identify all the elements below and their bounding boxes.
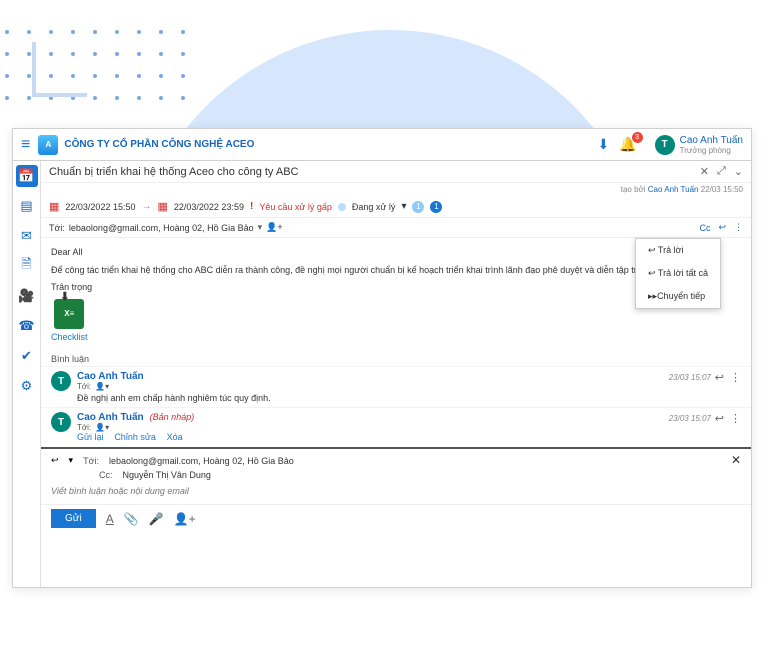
more-icon[interactable]: ⋮ — [734, 222, 743, 233]
comment-time: 23/03 15:07 — [669, 414, 711, 423]
email-subject: Chuẩn bị triển khai hệ thống Aceo cho cô… — [49, 166, 700, 178]
main-panel: Chuẩn bị triển khai hệ thống Aceo cho cô… — [41, 161, 751, 587]
logo-icon: A — [38, 135, 58, 155]
mic-icon[interactable]: 🎤 — [149, 512, 164, 526]
comment-time: 23/03 15:07 — [669, 373, 711, 382]
menu-icon[interactable]: ≡ — [21, 136, 30, 154]
person-icon: 👤▾ — [95, 423, 109, 432]
expand-icon[interactable]: ⤢ — [717, 165, 726, 178]
comment-avatar: T — [51, 412, 71, 432]
dropdown-reply[interactable]: ↩ Trả lời — [636, 239, 720, 262]
add-person-icon[interactable]: 👤+ — [266, 222, 282, 233]
date-start: 22/03/2022 15:50 — [65, 202, 135, 212]
dropdown-forward[interactable]: ▸▸Chuyển tiếp — [636, 285, 720, 308]
comment-author: Cao Anh Tuấn — [77, 371, 741, 382]
sidebar-mail-icon[interactable]: ✉ — [16, 225, 38, 247]
recipients: lebaolong@gmail.com, Hoàng 02, Hồ Gia Bả… — [69, 223, 254, 233]
sidebar-list-icon[interactable]: ▤ — [16, 195, 38, 217]
compose-dropdown-icon[interactable]: ▾ — [69, 455, 74, 466]
date-end: 22/03/2022 23:59 — [174, 202, 244, 212]
comment-more-icon[interactable]: ⋮ — [730, 412, 741, 425]
status-dot-icon — [338, 203, 346, 211]
draft-label: (Bản nháp) — [150, 412, 195, 422]
person-add-icon[interactable]: 👤+ — [174, 512, 196, 526]
comment-reply-icon[interactable]: ↩ — [715, 412, 724, 425]
created-meta: tạo bởi Cao Anh Tuấn 22/03 15:50 — [41, 183, 751, 196]
sidebar-phone-icon[interactable]: ☎ — [16, 315, 38, 337]
notif-count: 3 — [632, 132, 643, 143]
user-name: Cao Anh Tuấn — [680, 135, 743, 146]
topbar: ≡ A CÔNG TY CỔ PHẦN CÔNG NGHỆ ACEO ⬇ 🔔3 … — [13, 129, 751, 161]
comment-item: T Cao Anh Tuấn Tới: 👤▾ Đề nghị anh em ch… — [41, 366, 751, 407]
calendar-start-icon: ▦ — [49, 200, 59, 213]
app-window: ≡ A CÔNG TY CỔ PHẦN CÔNG NGHỆ ACEO ⬇ 🔔3 … — [12, 128, 752, 588]
sidebar: 📅 ▤ ✉ 🗎 🎥 ☎ ✔ ⚙ — [13, 161, 41, 587]
sidebar-settings-icon[interactable]: ⚙ — [16, 375, 38, 397]
link-resend[interactable]: Gửi lại — [77, 432, 104, 442]
compose-reply-icon[interactable]: ↩ — [51, 455, 59, 466]
reply-icon[interactable]: ↩ — [718, 222, 726, 233]
status-text: Đang xử lý — [352, 202, 396, 212]
chevron-down-icon[interactable]: ▾ — [258, 222, 263, 233]
compose-input[interactable] — [51, 482, 741, 500]
comment-reply-icon[interactable]: ↩ — [715, 371, 724, 384]
notification-icon[interactable]: 🔔3 — [619, 136, 636, 153]
sidebar-video-icon[interactable]: 🎥 — [16, 285, 38, 307]
sidebar-check-icon[interactable]: ✔ — [16, 345, 38, 367]
count-badge-2: 1 — [430, 201, 442, 213]
close-icon[interactable]: ✕ — [700, 165, 709, 178]
comment-text: Đề nghị anh em chấp hành nghiêm túc quy … — [77, 393, 741, 403]
urgent-label: Yêu cầu xử lý gấp — [259, 202, 332, 212]
company-name: CÔNG TY CỔ PHẦN CÔNG NGHỆ ACEO — [64, 139, 597, 150]
compose-close-icon[interactable]: ✕ — [731, 453, 741, 467]
comment-avatar: T — [51, 371, 71, 391]
sidebar-calendar-icon[interactable]: 📅 — [16, 165, 38, 187]
recipients-row: Tới: lebaolong@gmail.com, Hoàng 02, Hồ G… — [41, 218, 751, 238]
comment-more-icon[interactable]: ⋮ — [730, 371, 741, 384]
attachment-name: Checklist — [51, 331, 88, 345]
cc-label[interactable]: Cc — [699, 223, 710, 233]
sidebar-doc-icon[interactable]: 🗎 — [16, 255, 38, 277]
link-edit[interactable]: Chỉnh sửa — [114, 432, 156, 442]
comment-item: T Cao Anh Tuấn(Bản nháp) Tới: 👤▾ Gửi lại… — [41, 407, 751, 447]
download-icon[interactable]: ⬇ — [597, 136, 609, 153]
compose-cc: Nguyễn Thị Vân Dung — [123, 470, 211, 480]
link-delete[interactable]: Xóa — [167, 432, 183, 442]
send-button[interactable]: Gửi — [51, 509, 96, 528]
compose-to: lebaolong@gmail.com, Hoàng 02, Hồ Gia Bả… — [109, 456, 294, 466]
user-role: Trưởng phòng — [680, 146, 743, 155]
comments-label: Bình luận — [41, 352, 751, 366]
info-row: ▦ 22/03/2022 15:50 → ▦ 22/03/2022 23:59 … — [41, 196, 751, 218]
avatar: T — [655, 135, 675, 155]
format-icon[interactable]: A — [106, 512, 114, 526]
attachment[interactable]: ⬇X≡ Checklist — [51, 299, 88, 345]
collapse-icon[interactable]: ⌄ — [734, 165, 743, 178]
reply-dropdown: ↩ Trả lời ↩ Trả lời tất cả ▸▸Chuyển tiếp — [635, 238, 721, 309]
calendar-end-icon: ▦ — [157, 200, 167, 213]
count-badge-1: 1 — [412, 201, 424, 213]
user-chip[interactable]: T Cao Anh Tuấn Trưởng phòng — [655, 135, 743, 155]
download-attach-icon: ⬇ — [60, 289, 69, 306]
attach-icon[interactable]: 📎 — [124, 512, 139, 526]
comment-author: Cao Anh Tuấn — [77, 412, 144, 423]
to-label: Tới: — [49, 223, 65, 233]
person-icon: 👤▾ — [95, 382, 109, 391]
send-toolbar: Gửi A 📎 🎤 👤+ — [41, 504, 751, 534]
dropdown-reply-all[interactable]: ↩ Trả lời tất cả — [636, 262, 720, 285]
compose-area: ✕ ↩ ▾ Tới: lebaolong@gmail.com, Hoàng 02… — [41, 447, 751, 504]
